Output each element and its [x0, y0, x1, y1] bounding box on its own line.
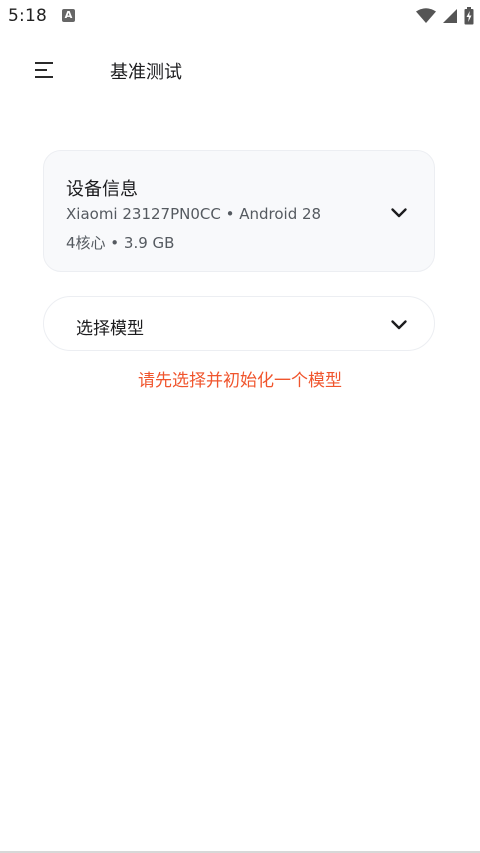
signal-icon [443, 9, 457, 23]
status-bar: 5:18 A [0, 0, 480, 34]
battery-icon [464, 7, 474, 25]
device-spec-line: 4核心 • 3.9 GB [66, 234, 175, 252]
model-selector[interactable]: 选择模型 [43, 296, 435, 351]
device-info-card[interactable]: 设备信息 Xiaomi 23127PN0CC • Android 28 4核心 … [43, 150, 435, 272]
status-icons [416, 6, 474, 26]
model-selector-label: 选择模型 [76, 319, 144, 339]
wifi-icon [416, 8, 436, 23]
warning-message: 请先选择并初始化一个模型 [138, 371, 342, 391]
status-time: 5:18 [8, 6, 47, 26]
device-model-line: Xiaomi 23127PN0CC • Android 28 [66, 205, 322, 223]
menu-icon[interactable] [30, 57, 58, 83]
a-icon: A [62, 9, 75, 22]
app-bar: 基准测试 [0, 40, 480, 100]
device-info-title: 设备信息 [66, 179, 138, 200]
page-title: 基准测试 [110, 62, 182, 83]
chevron-down-icon[interactable] [390, 207, 408, 219]
benchmark-screen: 5:18 A 基准测试 设备信息 Xiaomi 23127PN0CC • And… [0, 0, 480, 853]
chevron-down-icon[interactable] [390, 319, 408, 331]
